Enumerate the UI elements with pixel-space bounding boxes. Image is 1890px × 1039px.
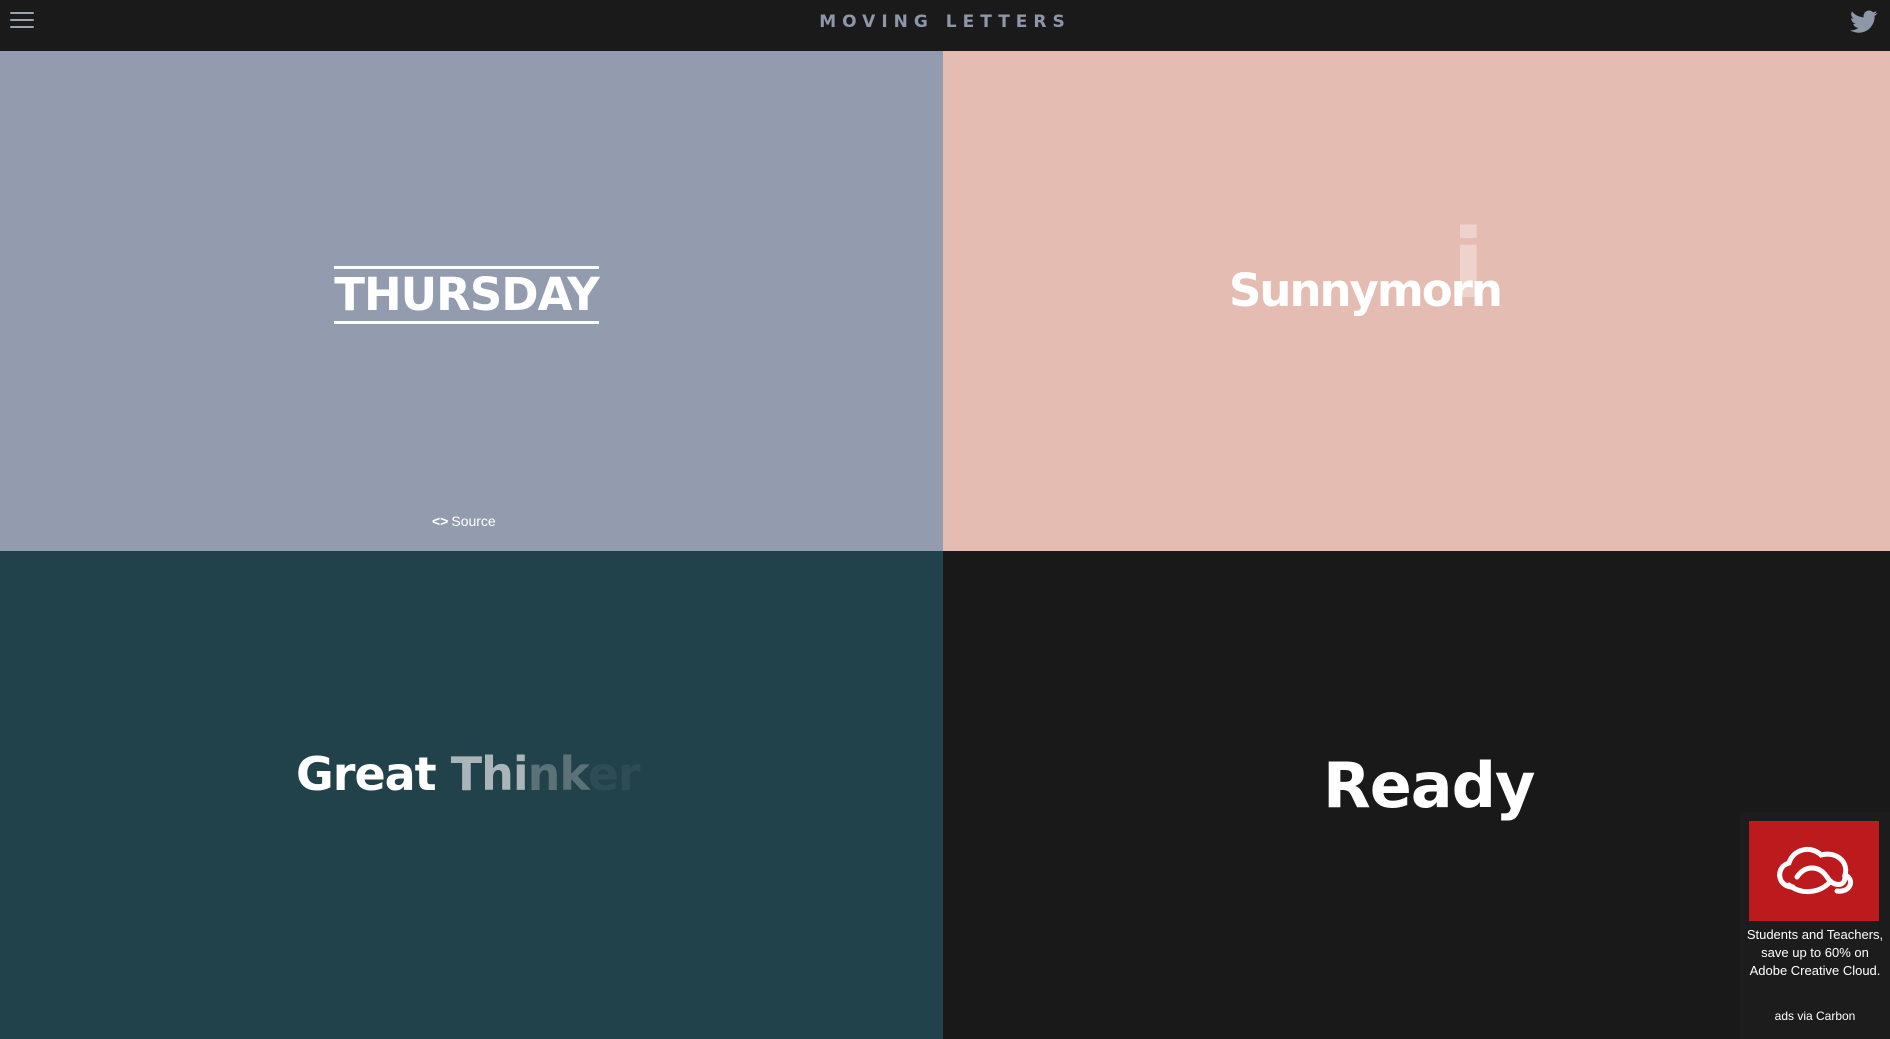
carbon-ad: Students and Teachers, save up to 60% on…: [1740, 812, 1890, 1039]
ad-text[interactable]: Students and Teachers, save up to 60% on…: [1746, 926, 1884, 980]
twitter-icon[interactable]: [1850, 10, 1878, 34]
source-link[interactable]: <> Source: [432, 513, 496, 529]
great-thinkers-tile[interactable]: Great Thinker: [0, 551, 943, 1039]
great-thinkers-text: Great Thinker: [296, 747, 641, 801]
thursday-tile[interactable]: THURSDAY <> Source: [0, 51, 943, 551]
sunny-morning-tile[interactable]: Sunnymorn i: [943, 51, 1890, 551]
great-thinkers-part1: Great: [296, 747, 451, 801]
sunny-ghost-letter: i: [1452, 210, 1485, 320]
source-label: Source: [451, 513, 496, 529]
adobe-creative-cloud-icon: [1777, 846, 1854, 894]
ad-image[interactable]: [1749, 821, 1879, 921]
site-title[interactable]: MOVING LETTERS: [0, 12, 1890, 32]
ready-text: Ready: [1323, 749, 1535, 822]
code-icon: <>: [432, 513, 449, 529]
top-bar: MOVING LETTERS: [0, 0, 1890, 51]
thursday-animation: THURSDAY: [334, 266, 600, 324]
great-thinkers-part2: Thi: [450, 747, 529, 801]
thursday-text: THURSDAY: [334, 268, 599, 321]
great-thinkers-part4: er: [587, 747, 641, 801]
ads-via-carbon-link[interactable]: ads via Carbon: [1746, 1008, 1884, 1024]
great-thinkers-part3: nk: [527, 747, 589, 801]
thursday-bottom-line: [334, 321, 599, 324]
